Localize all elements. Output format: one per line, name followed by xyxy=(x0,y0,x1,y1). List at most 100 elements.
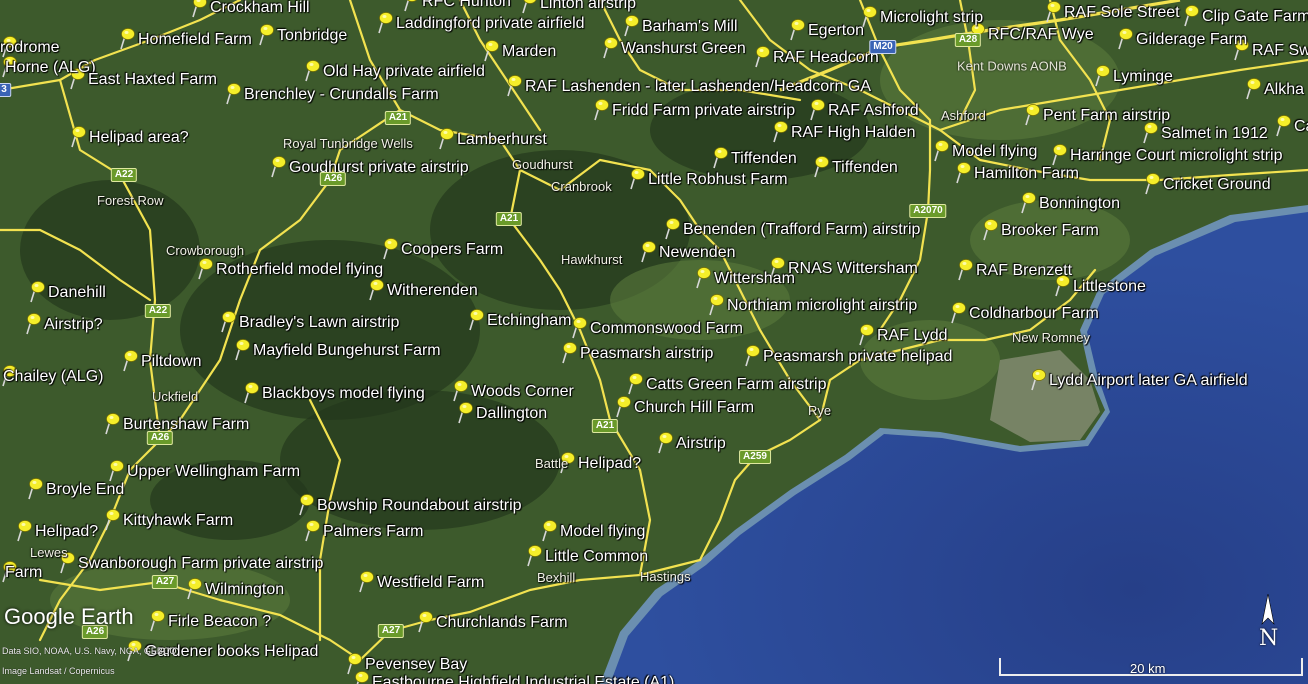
placemark-label[interactable]: Horne (ALG) xyxy=(5,59,96,77)
placemark-label[interactable]: Tiffenden xyxy=(832,159,898,177)
pushpin-icon[interactable] xyxy=(357,569,375,593)
pushpin-icon[interactable] xyxy=(451,378,469,402)
pushpin-icon[interactable] xyxy=(26,476,44,500)
pushpin-icon[interactable] xyxy=(15,518,33,542)
placemark-label[interactable]: Linton airstrip xyxy=(540,0,636,13)
placemark-label[interactable]: Alkha xyxy=(1264,81,1304,99)
placemark-label[interactable]: Airstrip? xyxy=(44,316,103,334)
placemark-label[interactable]: RAF High Halden xyxy=(791,124,916,142)
placemark-label[interactable]: Upper Wellingham Farm xyxy=(127,463,300,481)
placemark-label[interactable]: Little Common xyxy=(545,548,648,566)
pushpin-icon[interactable] xyxy=(1182,3,1200,27)
pushpin-icon[interactable] xyxy=(437,126,455,150)
pushpin-icon[interactable] xyxy=(949,300,967,324)
pushpin-icon[interactable] xyxy=(1244,76,1262,100)
placemark-label[interactable]: Witherenden xyxy=(387,282,478,300)
placemark-label[interactable]: Laddingford private airfield xyxy=(396,15,585,33)
placemark-label[interactable]: Westfield Farm xyxy=(377,574,484,592)
pushpin-icon[interactable] xyxy=(540,518,558,542)
pushpin-icon[interactable] xyxy=(663,216,681,240)
pushpin-icon[interactable] xyxy=(467,307,485,331)
placemark-label[interactable]: RFC/RAF Wye xyxy=(988,26,1094,44)
pushpin-icon[interactable] xyxy=(601,35,619,59)
pushpin-icon[interactable] xyxy=(233,337,251,361)
placemark-label[interactable]: Lydd Airport later GA airfield xyxy=(1049,372,1248,390)
pushpin-icon[interactable] xyxy=(639,239,657,263)
pushpin-icon[interactable] xyxy=(269,154,287,178)
placemark-label[interactable]: Hamilton Farm xyxy=(974,165,1079,183)
placemark-label[interactable]: Homefield Farm xyxy=(138,31,252,49)
pushpin-icon[interactable] xyxy=(69,124,87,148)
pushpin-icon[interactable] xyxy=(224,81,242,105)
placemark-label[interactable]: Mayfield Bungehurst Farm xyxy=(253,342,441,360)
placemark-label[interactable]: Helipad area? xyxy=(89,129,189,147)
placemark-label[interactable]: Kittyhawk Farm xyxy=(123,512,233,530)
placemark-label[interactable]: Coopers Farm xyxy=(401,241,503,259)
placemark-label[interactable]: Tonbridge xyxy=(277,27,347,45)
pushpin-icon[interactable] xyxy=(592,97,610,121)
placemark-label[interactable]: Danehill xyxy=(48,284,106,302)
placemark-label[interactable]: Rotherfield model flying xyxy=(216,261,383,279)
pushpin-icon[interactable] xyxy=(1019,190,1037,214)
pushpin-icon[interactable] xyxy=(121,348,139,372)
placemark-label[interactable]: Lamberhurst xyxy=(457,131,547,149)
pushpin-icon[interactable] xyxy=(103,411,121,435)
pushpin-icon[interactable] xyxy=(1050,142,1068,166)
placemark-label[interactable]: Bonnington xyxy=(1039,195,1120,213)
placemark-label[interactable]: Blackboys model flying xyxy=(262,385,425,403)
pushpin-icon[interactable] xyxy=(303,518,321,542)
pushpin-icon[interactable] xyxy=(628,166,646,190)
placemark-label[interactable]: Swanborough Farm private airstrip xyxy=(78,555,323,573)
placemark-label[interactable]: Wittersham xyxy=(714,270,795,288)
placemark-label[interactable]: Littlestone xyxy=(1073,278,1146,296)
placemark-label[interactable]: Microlight strip xyxy=(880,9,983,27)
placemark-label[interactable]: RAF Ashford xyxy=(828,102,919,120)
pushpin-icon[interactable] xyxy=(857,322,875,346)
pushpin-icon[interactable] xyxy=(1116,26,1134,50)
placemark-label[interactable]: Model flying xyxy=(952,143,1037,161)
placemark-label[interactable]: Etchingham xyxy=(487,312,572,330)
placemark-label[interactable]: Cricket Ground xyxy=(1163,176,1271,194)
placemark-label[interactable]: Northiam microlight airstrip xyxy=(727,297,917,315)
pushpin-icon[interactable] xyxy=(656,430,674,454)
pushpin-icon[interactable] xyxy=(694,265,712,289)
placemark-label[interactable]: RFC Hunton xyxy=(422,0,511,11)
pushpin-icon[interactable] xyxy=(520,0,538,14)
pushpin-icon[interactable] xyxy=(1029,367,1047,391)
pushpin-icon[interactable] xyxy=(196,256,214,280)
placemark-label[interactable]: Barham's Mill xyxy=(642,18,738,36)
placemark-label[interactable]: Little Robhust Farm xyxy=(648,171,788,189)
placemark-label[interactable]: Harringe Court microlight strip xyxy=(1070,147,1283,165)
map-viewport[interactable]: Crockham Hill RFC Hunton Linton airstrip Ba… xyxy=(0,0,1308,684)
pushpin-icon[interactable] xyxy=(570,315,588,339)
pushpin-icon[interactable] xyxy=(626,371,644,395)
placemark-label[interactable]: East Haxted Farm xyxy=(88,71,217,89)
placemark-label[interactable]: Coldharbour Farm xyxy=(969,305,1099,323)
placemark-label[interactable]: Peasmarsh airstrip xyxy=(580,345,713,363)
pushpin-icon[interactable] xyxy=(376,10,394,34)
pushpin-icon[interactable] xyxy=(505,73,523,97)
placemark-label[interactable]: Pent Farm airstrip xyxy=(1043,107,1170,125)
placemark-label[interactable]: Catts Green Farm airstrip xyxy=(646,376,826,394)
pushpin-icon[interactable] xyxy=(954,160,972,184)
pushpin-icon[interactable] xyxy=(1274,113,1292,137)
placemark-label[interactable]: Palmers Farm xyxy=(323,523,423,541)
placemark-label[interactable]: Bradley's Lawn airstrip xyxy=(239,314,399,332)
pushpin-icon[interactable] xyxy=(1044,0,1062,23)
pushpin-icon[interactable] xyxy=(808,97,826,121)
pushpin-icon[interactable] xyxy=(219,309,237,333)
pushpin-icon[interactable] xyxy=(932,138,950,162)
placemark-label[interactable]: Farm xyxy=(5,564,42,582)
pushpin-icon[interactable] xyxy=(381,236,399,260)
placemark-label[interactable]: Wanshurst Green xyxy=(621,40,746,58)
placemark-label[interactable]: RAF Sole Street xyxy=(1064,4,1180,22)
placemark-label[interactable]: Clip Gate Farm xyxy=(1202,8,1308,26)
pushpin-icon[interactable] xyxy=(614,394,632,418)
pushpin-icon[interactable] xyxy=(771,119,789,143)
pushpin-icon[interactable] xyxy=(525,543,543,567)
placemark-label[interactable]: Helipad? xyxy=(578,455,641,473)
placemark-label[interactable]: RNAS Wittersham xyxy=(788,260,918,278)
placemark-label[interactable]: Chailey (ALG) xyxy=(3,368,103,386)
placemark-label[interactable]: Benenden (Trafford Farm) airstrip xyxy=(683,221,920,239)
placemark-label[interactable]: rodrome xyxy=(0,39,60,57)
